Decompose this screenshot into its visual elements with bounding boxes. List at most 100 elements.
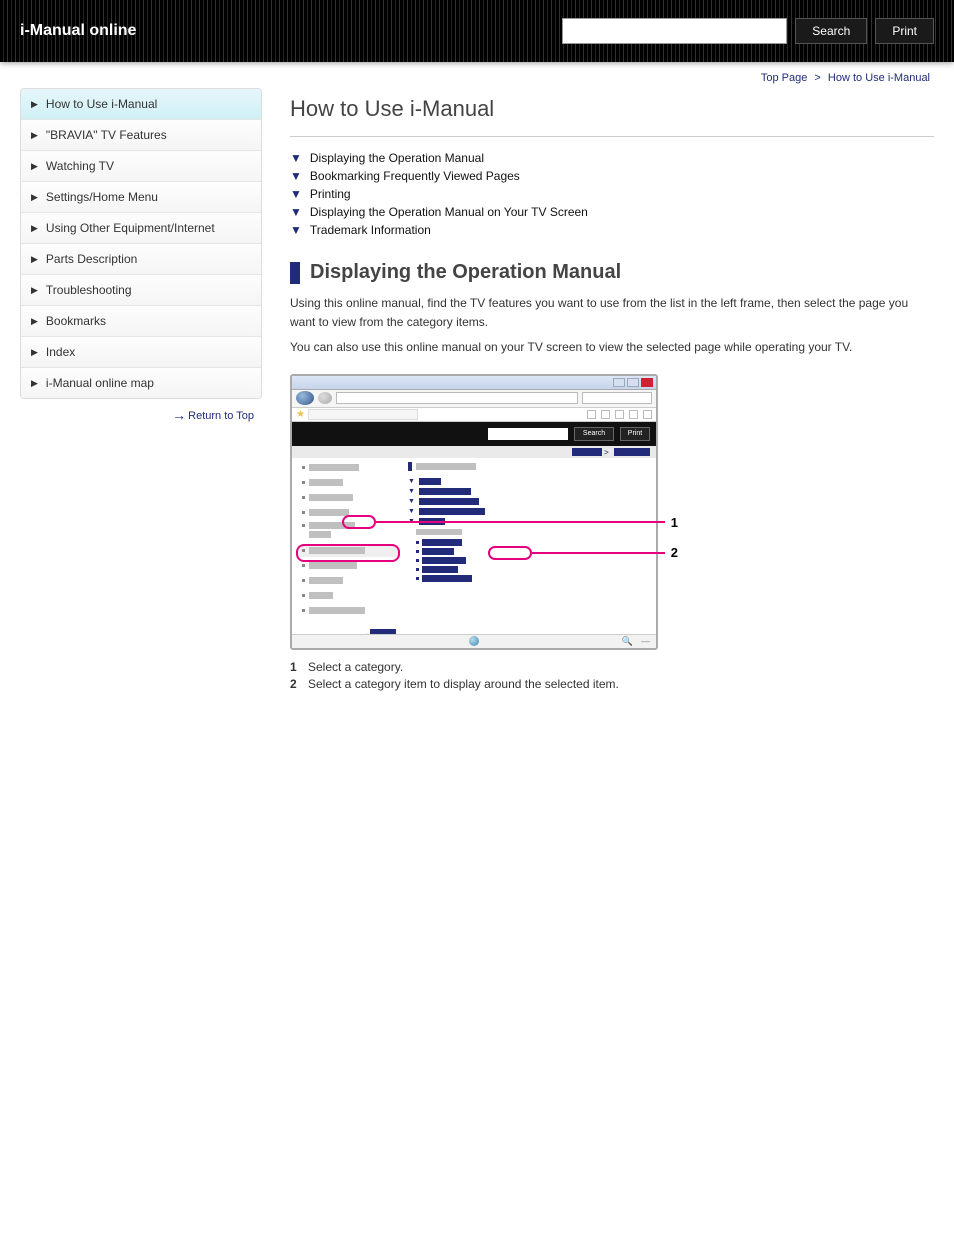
table-of-contents: ▼ Displaying the Operation Manual ▼ Bookma… — [290, 151, 934, 237]
arrow-right-icon: → — [172, 407, 186, 423]
window-close-icon — [641, 378, 653, 387]
search-button-mock: Search — [574, 427, 614, 441]
sidebar-item-label: Settings/Home Menu — [46, 190, 158, 204]
sidebar-item-label: "BRAVIA" TV Features — [46, 128, 167, 142]
toc-link[interactable]: Bookmarking Frequently Viewed Pages — [310, 169, 520, 183]
sidebar-mock: → — [298, 462, 398, 630]
forward-icon — [318, 392, 332, 404]
zoom-slider-icon: — — [641, 636, 650, 647]
browser-tab-mock — [308, 409, 418, 420]
sidebar-item-troubleshooting[interactable]: ▶ Troubleshooting — [21, 275, 261, 306]
search-input[interactable] — [562, 18, 787, 44]
toolbar-icon — [601, 410, 610, 419]
browser-statusbar-mock: 🔍— — [292, 634, 656, 648]
sidebar-item-label: Troubleshooting — [46, 283, 132, 297]
window-titlebar-mock — [292, 376, 656, 390]
toc-link[interactable]: Printing — [310, 187, 351, 201]
sidebar-item-label: i-Manual online map — [46, 376, 154, 390]
toolbar-icon — [615, 410, 624, 419]
chevron-right-icon: ▶ — [31, 223, 38, 234]
divider — [290, 136, 934, 137]
sidebar-item-watching-tv[interactable]: ▶ Watching TV — [21, 151, 261, 182]
sidebar-item-label: Index — [46, 345, 75, 359]
toc-item[interactable]: ▼ Bookmarking Frequently Viewed Pages — [290, 169, 934, 183]
page-header: i-Manual online Search Print — [0, 0, 954, 62]
favorites-icon: ★ — [296, 409, 305, 420]
toc-item[interactable]: ▼ Displaying the Operation Manual on Your… — [290, 205, 934, 219]
chevron-right-icon: ▶ — [31, 161, 38, 172]
toc-link[interactable]: Displaying the Operation Manual — [310, 151, 484, 165]
legend-text: Select a category item to display around… — [308, 677, 619, 691]
section-heading: Displaying the Operation Manual — [290, 261, 934, 284]
toolbar-icon — [629, 410, 638, 419]
sidebar-item-index[interactable]: ▶ Index — [21, 337, 261, 368]
zoom-out-icon: 🔍 — [622, 636, 633, 647]
sidebar-item-label: Parts Description — [46, 252, 137, 266]
product-title: i-Manual online — [20, 22, 136, 40]
toolbar-icon — [643, 410, 652, 419]
globe-icon — [469, 636, 479, 646]
sidebar: ▶ How to Use i-Manual ▶ "BRAVIA" TV Featur… — [20, 88, 262, 707]
chevron-right-icon: ▶ — [31, 378, 38, 389]
legend-number: 1 — [290, 660, 308, 674]
sidebar-item-how-to-use[interactable]: ▶ How to Use i-Manual — [21, 89, 261, 120]
browser-search-mock — [582, 392, 652, 404]
toc-item[interactable]: ▼ Printing — [290, 187, 934, 201]
sidebar-item-label: How to Use i-Manual — [46, 97, 157, 111]
return-to-top-link[interactable]: →Return to Top — [20, 399, 262, 423]
browser-toolbar-mock — [292, 390, 656, 408]
url-bar-mock — [336, 392, 578, 404]
print-button[interactable]: Print — [875, 18, 934, 44]
triangle-down-icon: ▼ — [290, 223, 302, 237]
triangle-down-icon: ▼ — [290, 187, 302, 201]
legend-number: 2 — [290, 677, 308, 691]
body-paragraph: Using this online manual, find the TV fe… — [290, 294, 930, 332]
sidebar-item-map[interactable]: ▶ i-Manual online map — [21, 368, 261, 398]
breadcrumb-item[interactable]: Top Page — [761, 72, 807, 84]
sidebar-item-features[interactable]: ▶ "BRAVIA" TV Features — [21, 120, 261, 151]
triangle-down-icon: ▼ — [290, 205, 302, 219]
chevron-right-icon: ▶ — [31, 285, 38, 296]
page-title: How to Use i-Manual — [290, 96, 934, 122]
legend-text: Select a category. — [308, 660, 403, 674]
screenshot-illustration: ★ Search Print — [290, 374, 658, 650]
chevron-right-icon: ▶ — [31, 316, 38, 327]
chevron-right-icon: ▶ — [31, 347, 38, 358]
chevron-right-icon: ▶ — [31, 130, 38, 141]
triangle-down-icon: ▼ — [290, 169, 302, 183]
breadcrumb-separator: > — [814, 72, 820, 84]
callout-legend: 1 Select a category. 2 Select a category… — [290, 660, 934, 691]
toolbar-icon — [587, 410, 596, 419]
chevron-right-icon: ▶ — [31, 254, 38, 265]
sidebar-nav: ▶ How to Use i-Manual ▶ "BRAVIA" TV Featur… — [20, 88, 262, 399]
sidebar-item-other-equipment[interactable]: ▶Using Other Equipment/Internet — [21, 213, 261, 244]
content-mock: ▼ ▼ ▼ ▼ ▼ — [408, 462, 650, 630]
return-to-top-label: Return to Top — [188, 410, 254, 422]
main-content: How to Use i-Manual ▼ Displaying the Oper… — [290, 88, 934, 707]
sidebar-item-settings[interactable]: ▶Settings/Home Menu — [21, 182, 261, 213]
toc-link[interactable]: Displaying the Operation Manual on Your … — [310, 205, 588, 219]
breadcrumb-item[interactable]: How to Use i-Manual — [828, 72, 930, 84]
search-input-mock — [488, 428, 568, 440]
sidebar-item-parts[interactable]: ▶ Parts Description — [21, 244, 261, 275]
back-icon — [296, 391, 314, 405]
heading-bar-icon — [290, 262, 300, 284]
header-controls: Search Print — [562, 18, 934, 44]
chevron-right-icon: ▶ — [31, 99, 38, 110]
window-min-icon — [613, 378, 625, 387]
sidebar-item-label: Watching TV — [46, 159, 114, 173]
browser-tabs-mock: ★ — [292, 408, 656, 422]
toc-item[interactable]: ▼ Trademark Information — [290, 223, 934, 237]
browser-window-mock: ★ Search Print — [290, 374, 658, 650]
toc-link[interactable]: Trademark Information — [310, 223, 431, 237]
breadcrumb: Top Page > How to Use i-Manual — [0, 62, 954, 88]
legend-item: 2 Select a category item to display arou… — [290, 677, 934, 691]
print-button-mock: Print — [620, 427, 650, 441]
sidebar-item-bookmarks[interactable]: ▶ Bookmarks — [21, 306, 261, 337]
body-paragraph: You can also use this online manual on y… — [290, 338, 930, 357]
toc-item[interactable]: ▼ Displaying the Operation Manual — [290, 151, 934, 165]
triangle-down-icon: ▼ — [290, 151, 302, 165]
sidebar-item-label: Bookmarks — [46, 314, 106, 328]
legend-item: 1 Select a category. — [290, 660, 934, 674]
search-button[interactable]: Search — [795, 18, 867, 44]
